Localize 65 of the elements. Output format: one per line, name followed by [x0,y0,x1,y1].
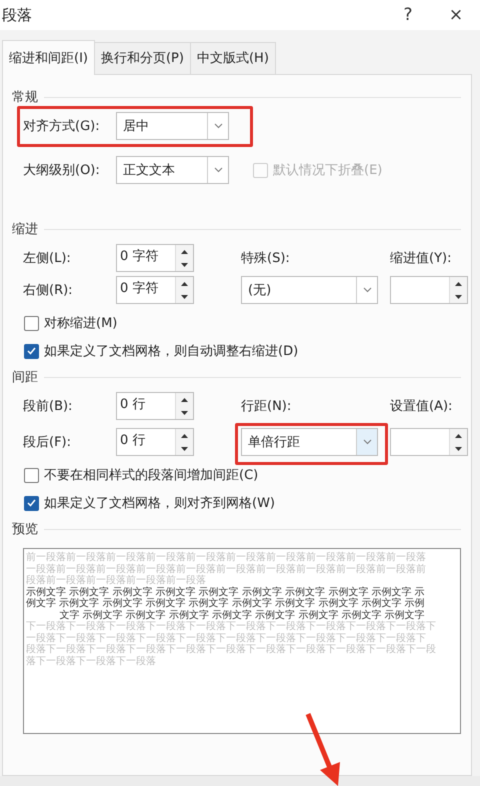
chevron-down-icon [214,123,222,129]
group-heading: 常规 [12,89,38,106]
preview-text: 下一段落下一段落下一段落下一段落下一段落下一段落下一段落下一段落下一段落下一段落下 [26,621,437,632]
checkbox-label[interactable]: 对称缩进(M) [44,314,118,332]
left-indent-field[interactable]: 0 字符 [116,244,194,272]
help-button[interactable]: ? [384,0,432,30]
checkbox[interactable] [24,496,39,510]
checkbox[interactable] [24,344,39,358]
up-arrow-icon[interactable] [455,282,462,286]
chevron-down-icon [362,439,372,445]
checkbox[interactable] [24,468,39,482]
preview-text: 前一段落前一段落前一段落前一段落前一段落前一段落前一段落前一段落前一段落前一段落 [26,552,427,564]
down-arrow-icon[interactable] [181,294,188,298]
field-label: 缩进值(Y): [390,250,452,267]
spacing-value-field[interactable] [390,428,468,456]
tab[interactable]: 缩进和间距(I) [2,40,95,75]
right-indent-field[interactable]: 0 字符 [116,276,194,304]
field-label: 行距(N): [241,398,292,415]
down-arrow-icon[interactable] [181,446,188,450]
tab[interactable]: 中文版式(H) [190,42,276,75]
window-title: 段落 [2,6,33,24]
down-arrow-icon[interactable] [455,446,462,450]
up-arrow-icon[interactable] [181,250,188,254]
down-arrow-icon[interactable] [181,410,188,414]
group-heading: 预览 [12,521,38,538]
group-heading: 缩进 [12,221,38,238]
field-label: 设置值(A): [390,398,454,415]
up-arrow-icon[interactable] [455,434,462,438]
field-label: 大纲级别(O): [23,162,101,179]
up-arrow-icon[interactable] [181,398,188,402]
alignment-dropdown[interactable]: 居中 [116,112,229,140]
field-label: 段前(B): [23,398,74,415]
up-arrow-icon[interactable] [181,434,188,438]
line-spacing-dropdown[interactable]: 单倍行距 [241,428,378,456]
field-label: 特殊(S): [241,250,291,267]
checkbox-label[interactable]: 如果定义了文档网格，则对齐到网格(W) [44,494,275,512]
preview-text: 段落下一段落下一段落下一段落下一段落下一段落下一段落下一段落下一段落下一段落下一段 [26,644,437,656]
group-heading: 间距 [12,369,38,386]
field-label: 左侧(L): [23,250,72,267]
preview-sample-text: 例文字 示例文字 示例文字 示例文字 示例文字 示例文字 示例文字 示例文字 示例文字 示例 [26,598,426,610]
checkbox-label[interactable]: 不要在相同样式的段落间增加间距(C) [44,466,258,484]
preview-text: 一段落前一段落前一段落前一段落前一段落前一段落前一段落前一段落前一段落前一段落前 [26,564,427,574]
down-arrow-icon[interactable] [181,262,188,266]
outline-level-dropdown[interactable]: 正文文本 [116,156,229,184]
checkbox[interactable] [24,316,39,330]
check-icon [27,347,36,355]
field-label: 对齐方式(G): [23,118,101,135]
up-arrow-icon[interactable] [181,282,188,286]
chevron-down-icon [214,167,222,173]
down-arrow-icon[interactable] [455,294,462,298]
space-after-field[interactable]: 0 行 [116,428,194,456]
preview-text: 一段落下一段落下一段落下一段落下一段落下一段落下一段落下一段落下一段落下一段落下 [26,632,427,644]
close-button[interactable]: × [432,0,480,30]
field-label: 段后(F): [23,434,72,451]
preview-text: 段落前一段落前一段落前一段落前一段落 [26,575,207,586]
indent-value-field[interactable] [390,276,468,304]
field-label: 右侧(R): [23,282,74,299]
check-icon [27,499,36,507]
space-before-field[interactable]: 0 行 [116,392,194,420]
preview-text: 落下一段落下一段落下一段落 [26,656,157,667]
checkbox-label[interactable]: 如果定义了文档网格，则自动调整右缩进(D) [44,342,298,360]
preview-sample-text: 示例文字 示例文字 示例文字 示例文字 示例文字 示例文字 示例文字 示例文字 示例文字 示 [26,586,426,598]
special-indent-dropdown[interactable]: (无) [241,276,378,304]
preview-sample-text: 文字 示例文字 示例文字 示例文字 示例文字 示例文字 示例文字 示例文字 示例文字 [58,610,426,620]
chevron-down-icon [362,287,372,293]
